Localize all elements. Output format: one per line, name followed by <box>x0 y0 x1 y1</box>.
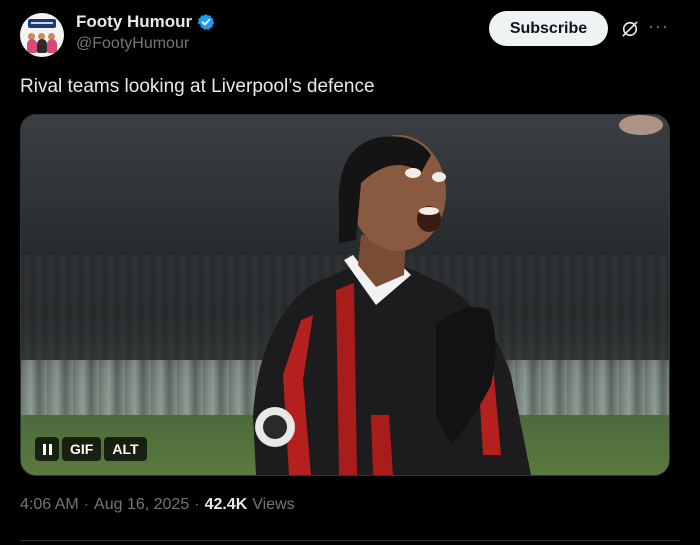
gif-controls: GIF ALT <box>35 437 150 461</box>
meta-separator: · <box>83 496 90 513</box>
divider <box>20 540 680 541</box>
tweet-date[interactable]: Aug 16, 2025 <box>94 496 189 514</box>
avatar[interactable] <box>20 13 64 57</box>
verified-badge-icon <box>197 14 215 31</box>
views-label: Views <box>252 496 295 513</box>
tweet-header: Footy Humour @FootyHumour Subscribe ··· <box>20 10 680 60</box>
pause-icon[interactable] <box>35 437 59 461</box>
more-icon[interactable]: ··· <box>648 16 669 37</box>
player-figure <box>253 115 663 475</box>
author-display-name[interactable]: Footy Humour <box>76 12 192 32</box>
views-count[interactable]: 42.4K <box>205 496 248 514</box>
tweet-meta: 4:06 AM · Aug 16, 2025 · 42.4K Views <box>20 496 295 514</box>
grok-icon[interactable] <box>620 19 640 39</box>
gif-badge: GIF <box>62 437 102 461</box>
author-handle[interactable]: @FootyHumour <box>76 35 215 53</box>
tweet-text: Rival teams looking at Liverpool’s defen… <box>20 76 375 97</box>
gif-media[interactable]: GIF ALT <box>20 114 670 476</box>
tweet-time[interactable]: 4:06 AM <box>20 496 79 514</box>
subscribe-button[interactable]: Subscribe <box>489 11 608 46</box>
meta-separator: · <box>194 496 200 513</box>
alt-text-button[interactable]: ALT <box>104 437 147 461</box>
avatar-logo <box>28 19 56 28</box>
author-block: Footy Humour @FootyHumour <box>76 12 215 53</box>
